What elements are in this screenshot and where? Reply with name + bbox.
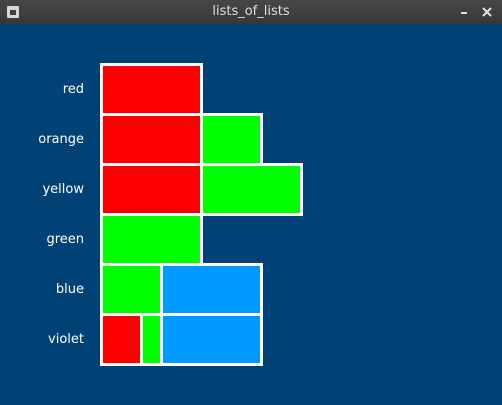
block-blue-blue-1	[160, 263, 263, 316]
chart-canvas: red orange yellow green blue violet	[0, 24, 502, 405]
row-label-yellow: yellow	[42, 181, 84, 197]
block-blue-green-0	[100, 263, 163, 316]
row-label-green: green	[46, 231, 84, 247]
block-violet-red-0	[100, 313, 143, 366]
block-violet-blue-2	[160, 313, 263, 366]
block-yellow-green-1	[200, 163, 303, 216]
block-green-green-0	[100, 213, 203, 266]
row-label-blue: blue	[55, 281, 84, 297]
row-label-violet: violet	[48, 331, 84, 347]
block-orange-red-0	[100, 113, 203, 166]
block-yellow-red-0	[100, 163, 203, 216]
minimize-icon[interactable]	[457, 5, 471, 19]
title-bar[interactable]: lists_of_lists	[0, 0, 502, 24]
close-icon[interactable]	[480, 5, 494, 19]
block-red-red-0	[100, 63, 203, 116]
app-window: lists_of_lists red orange yellow green blue v…	[0, 0, 502, 405]
row-label-red: red	[62, 81, 84, 97]
block-orange-green-1	[200, 113, 263, 166]
row-label-orange: orange	[38, 131, 84, 147]
window-title: lists_of_lists	[212, 4, 290, 19]
